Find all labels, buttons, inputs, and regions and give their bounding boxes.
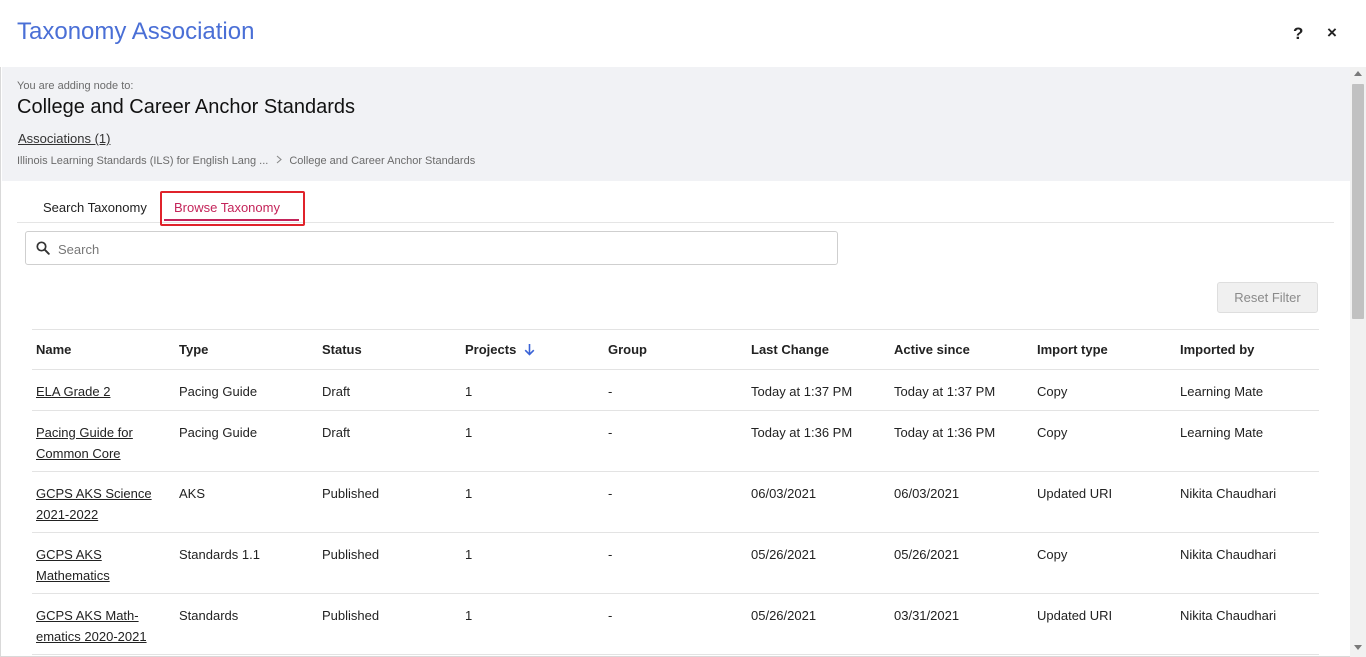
taxonomy-name-link[interactable]: GCPS AKS Science 2021-2022 (36, 483, 166, 525)
type-cell: Standards (179, 608, 239, 623)
imported-by-cell: Nikita Chaudhari (1180, 608, 1277, 623)
associations-link[interactable]: Associations (1) (18, 131, 110, 146)
breadcrumb: Illinois Learning Standards (ILS) for En… (17, 155, 475, 167)
group-cell: - (608, 547, 613, 562)
context-label: You are adding node to: (17, 80, 134, 92)
projects-cell: 1 (465, 486, 473, 501)
taxonomy-name-link[interactable]: GCPS AKS Math-ematics 2020-2021 (36, 605, 166, 647)
column-header-status[interactable]: Status (322, 342, 362, 357)
table-header: Name Type Status Projects Group Last Cha… (32, 330, 1319, 370)
column-header-group[interactable]: Group (608, 342, 647, 357)
projects-cell: 1 (465, 547, 473, 562)
imported-by-cell: Learning Mate (1180, 425, 1264, 440)
import-type-cell: Updated URI (1037, 608, 1113, 623)
column-header-projects[interactable]: Projects (465, 342, 535, 357)
search-input[interactable] (56, 238, 830, 260)
context-panel: You are adding node to: College and Care… (2, 67, 1350, 181)
status-cell: Draft (322, 384, 351, 399)
close-button[interactable]: × (1327, 23, 1337, 43)
table-row[interactable]: ELA Grade 2 Pacing Guide Draft 1 - Today… (32, 370, 1319, 411)
reset-filter-button[interactable]: Reset Filter (1217, 282, 1318, 313)
import-type-cell: Copy (1037, 425, 1068, 440)
status-cell: Published (322, 608, 380, 623)
last-change-cell: 05/26/2021 (751, 608, 817, 623)
tab-search-taxonomy[interactable]: Search Taxonomy (43, 200, 147, 215)
dialog-title: Taxonomy Association (17, 18, 255, 45)
imported-by-cell: Nikita Chaudhari (1180, 547, 1277, 562)
imported-by-cell: Learning Mate (1180, 384, 1264, 399)
column-header-projects-label: Projects (465, 342, 517, 357)
import-type-cell: Updated URI (1037, 486, 1113, 501)
group-cell: - (608, 384, 613, 399)
table-row[interactable]: Pacing Guide for Common Core Pacing Guide… (32, 411, 1319, 472)
active-since-cell: 06/03/2021 (894, 486, 960, 501)
type-cell: Pacing Guide (179, 425, 258, 440)
projects-cell: 1 (465, 384, 473, 399)
import-type-cell: Copy (1037, 384, 1068, 399)
column-header-last-change[interactable]: Last Change (751, 342, 829, 357)
vertical-scrollbar[interactable] (1350, 67, 1366, 657)
table-row[interactable]: GCPS AKS Mathematics Standards 1.1 Publis… (32, 533, 1319, 594)
projects-cell: 1 (465, 425, 473, 440)
taxonomy-table: Name Type Status Projects Group Last Cha… (32, 329, 1319, 655)
column-header-type[interactable]: Type (179, 342, 208, 357)
group-cell: - (608, 608, 613, 623)
help-button[interactable]: ? (1293, 24, 1303, 44)
column-header-imported-by[interactable]: Imported by (1180, 342, 1254, 357)
column-header-active-since[interactable]: Active since (894, 342, 970, 357)
type-cell: Pacing Guide (179, 384, 258, 399)
scroll-down-arrow-icon[interactable] (1354, 645, 1362, 650)
chevron-right-icon (276, 155, 283, 167)
type-cell: AKS (179, 486, 206, 501)
breadcrumb-item[interactable]: College and Career Anchor Standards (289, 155, 475, 167)
table-row[interactable]: GCPS AKS Science 2021-2022 AKS Published … (32, 472, 1319, 533)
last-change-cell: 05/26/2021 (751, 547, 817, 562)
group-cell: - (608, 486, 613, 501)
last-change-cell: Today at 1:37 PM (751, 384, 853, 399)
status-cell: Published (322, 486, 380, 501)
group-cell: - (608, 425, 613, 440)
scroll-up-arrow-icon[interactable] (1354, 71, 1362, 76)
type-cell: Standards 1.1 (179, 547, 260, 562)
sort-descending-icon (524, 344, 535, 356)
scrollbar-thumb[interactable] (1352, 84, 1364, 319)
table-row[interactable]: GCPS AKS Math-ematics 2020-2021 Standard… (32, 594, 1319, 655)
context-title: College and Career Anchor Standards (17, 96, 355, 118)
taxonomy-name-link[interactable]: ELA Grade 2 (36, 381, 166, 402)
active-tab-indicator (164, 219, 299, 221)
active-since-cell: 05/26/2021 (894, 547, 960, 562)
status-cell: Published (322, 547, 380, 562)
active-since-cell: Today at 1:37 PM (894, 384, 996, 399)
dialog-header: Taxonomy Association ? × (0, 0, 1366, 67)
last-change-cell: 06/03/2021 (751, 486, 817, 501)
search-icon (36, 241, 50, 255)
tab-bar: Search Taxonomy Browse Taxonomy (17, 191, 1334, 223)
column-header-import-type[interactable]: Import type (1037, 342, 1108, 357)
active-since-cell: 03/31/2021 (894, 608, 960, 623)
taxonomy-name-link[interactable]: Pacing Guide for Common Core (36, 422, 166, 464)
active-since-cell: Today at 1:36 PM (894, 425, 996, 440)
breadcrumb-item[interactable]: Illinois Learning Standards (ILS) for En… (17, 155, 268, 167)
status-cell: Draft (322, 425, 351, 440)
imported-by-cell: Nikita Chaudhari (1180, 486, 1277, 501)
tab-browse-taxonomy[interactable]: Browse Taxonomy (174, 200, 280, 215)
search-box[interactable] (25, 231, 838, 265)
import-type-cell: Copy (1037, 547, 1068, 562)
taxonomy-name-link[interactable]: GCPS AKS Mathematics (36, 544, 166, 586)
last-change-cell: Today at 1:36 PM (751, 425, 853, 440)
projects-cell: 1 (465, 608, 473, 623)
column-header-name[interactable]: Name (36, 342, 71, 357)
